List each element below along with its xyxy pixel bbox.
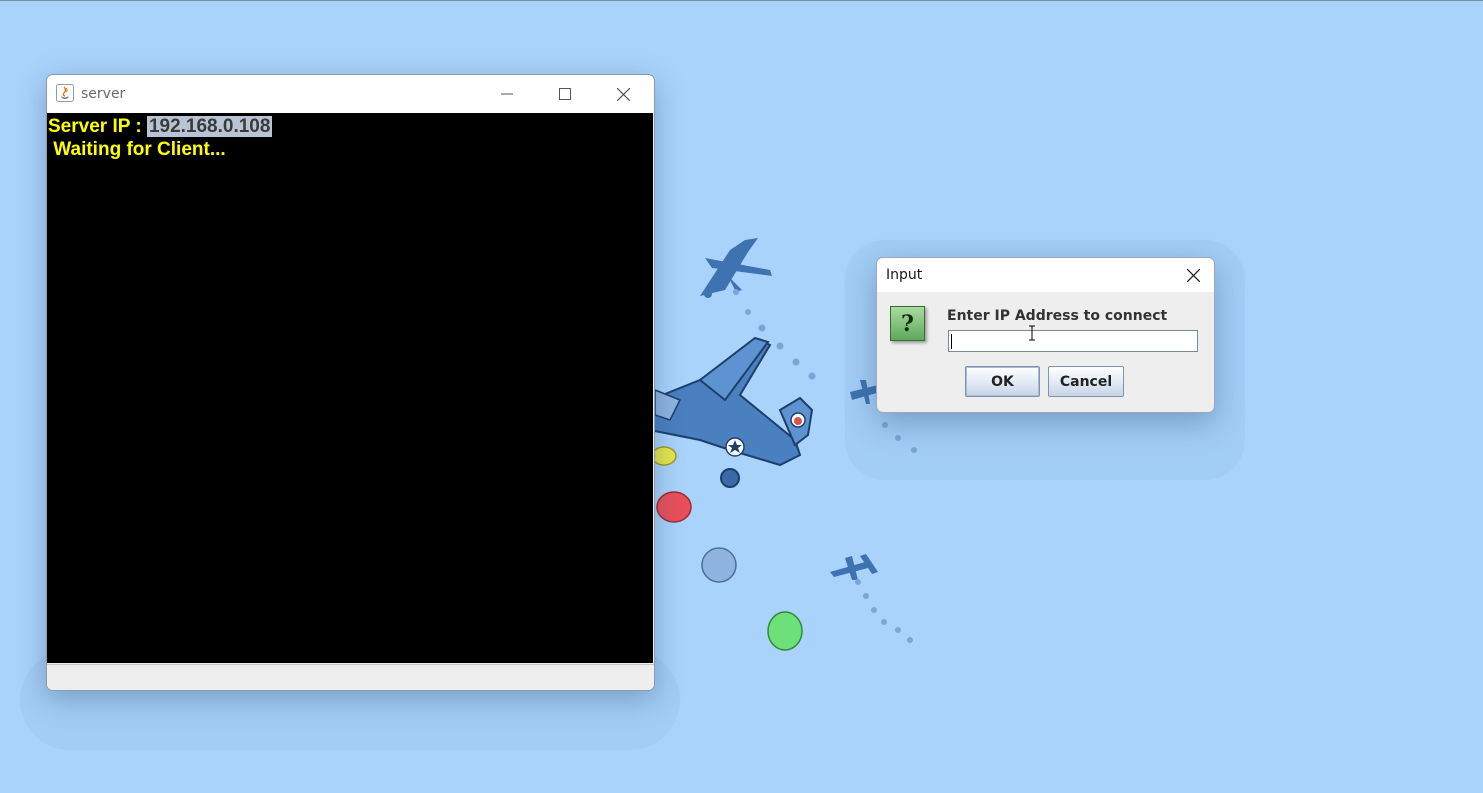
close-icon	[616, 87, 630, 101]
server-titlebar[interactable]: server	[47, 75, 654, 113]
minimize-icon	[501, 93, 513, 95]
ip-prompt-label: Enter IP Address to connect	[947, 308, 1168, 324]
dialog-close-button[interactable]	[1172, 258, 1214, 292]
console-output[interactable]: Server IP : 192.168.0.108 Waiting for Cl…	[47, 113, 653, 663]
small-plane-bottom	[830, 554, 878, 580]
text-cursor-icon	[1029, 325, 1035, 341]
cancel-button[interactable]: Cancel	[1048, 366, 1124, 397]
server-window: server Server IP : 192.168.0.108 Waiting…	[46, 74, 655, 691]
ok-button[interactable]: OK	[965, 366, 1040, 397]
server-status-bar	[47, 664, 654, 690]
dialog-title: Input	[886, 267, 923, 283]
text-caret	[951, 334, 952, 349]
server-ip-prefix: Server IP :	[48, 116, 147, 137]
ip-address-input[interactable]	[948, 330, 1198, 352]
close-icon	[1186, 268, 1200, 282]
dialog-titlebar[interactable]: Input	[877, 258, 1214, 292]
input-dialog: Input ? Enter IP Address to connect OK C…	[876, 257, 1215, 413]
waiting-status-line: Waiting for Client...	[48, 139, 226, 160]
close-button[interactable]	[594, 75, 652, 113]
server-ip-value[interactable]: 192.168.0.108	[146, 116, 273, 137]
question-icon: ?	[890, 306, 925, 341]
big-plane	[649, 336, 814, 488]
minimize-button[interactable]	[478, 75, 536, 113]
maximize-icon	[559, 88, 571, 100]
server-window-title: server	[81, 86, 126, 102]
maximize-button[interactable]	[536, 75, 594, 113]
server-ip-line: Server IP : 192.168.0.108	[48, 116, 273, 138]
java-icon	[56, 84, 74, 102]
